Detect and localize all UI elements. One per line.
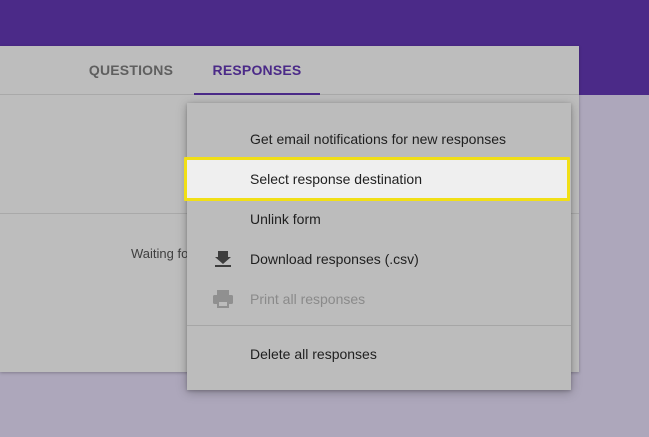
tab-bar: QUESTIONS RESPONSES: [0, 46, 579, 95]
menu-item-label: Unlink form: [250, 211, 321, 227]
tab-responses-label: RESPONSES: [212, 62, 302, 78]
menu-item-label: Select response destination: [250, 171, 422, 187]
menu-item-print-responses[interactable]: Print all responses: [187, 279, 571, 319]
waiting-text: Waiting fo: [131, 246, 189, 261]
menu-item-unlink-form[interactable]: Unlink form: [187, 199, 571, 239]
menu-item-delete-responses[interactable]: Delete all responses: [187, 334, 571, 374]
menu-item-label: Get email notifications for new response…: [250, 131, 507, 147]
responses-menu: Get email notifications for new response…: [184, 103, 571, 390]
menu-item-label: Delete all responses: [250, 346, 377, 362]
download-icon: [211, 249, 235, 269]
print-icon: [211, 289, 235, 309]
active-tab-indicator: [194, 93, 320, 95]
menu-item-label: Print all responses: [250, 291, 366, 307]
tab-questions[interactable]: QUESTIONS: [72, 46, 190, 94]
menu-item-label: Download responses (.csv): [250, 251, 419, 267]
menu-item-download-csv[interactable]: Download responses (.csv): [187, 239, 571, 279]
tab-responses[interactable]: RESPONSES: [194, 46, 320, 95]
menu-divider: [187, 325, 571, 326]
menu-item-email-notifications[interactable]: Get email notifications for new response…: [187, 119, 571, 159]
menu-item-select-destination[interactable]: Select response destination: [184, 157, 570, 201]
